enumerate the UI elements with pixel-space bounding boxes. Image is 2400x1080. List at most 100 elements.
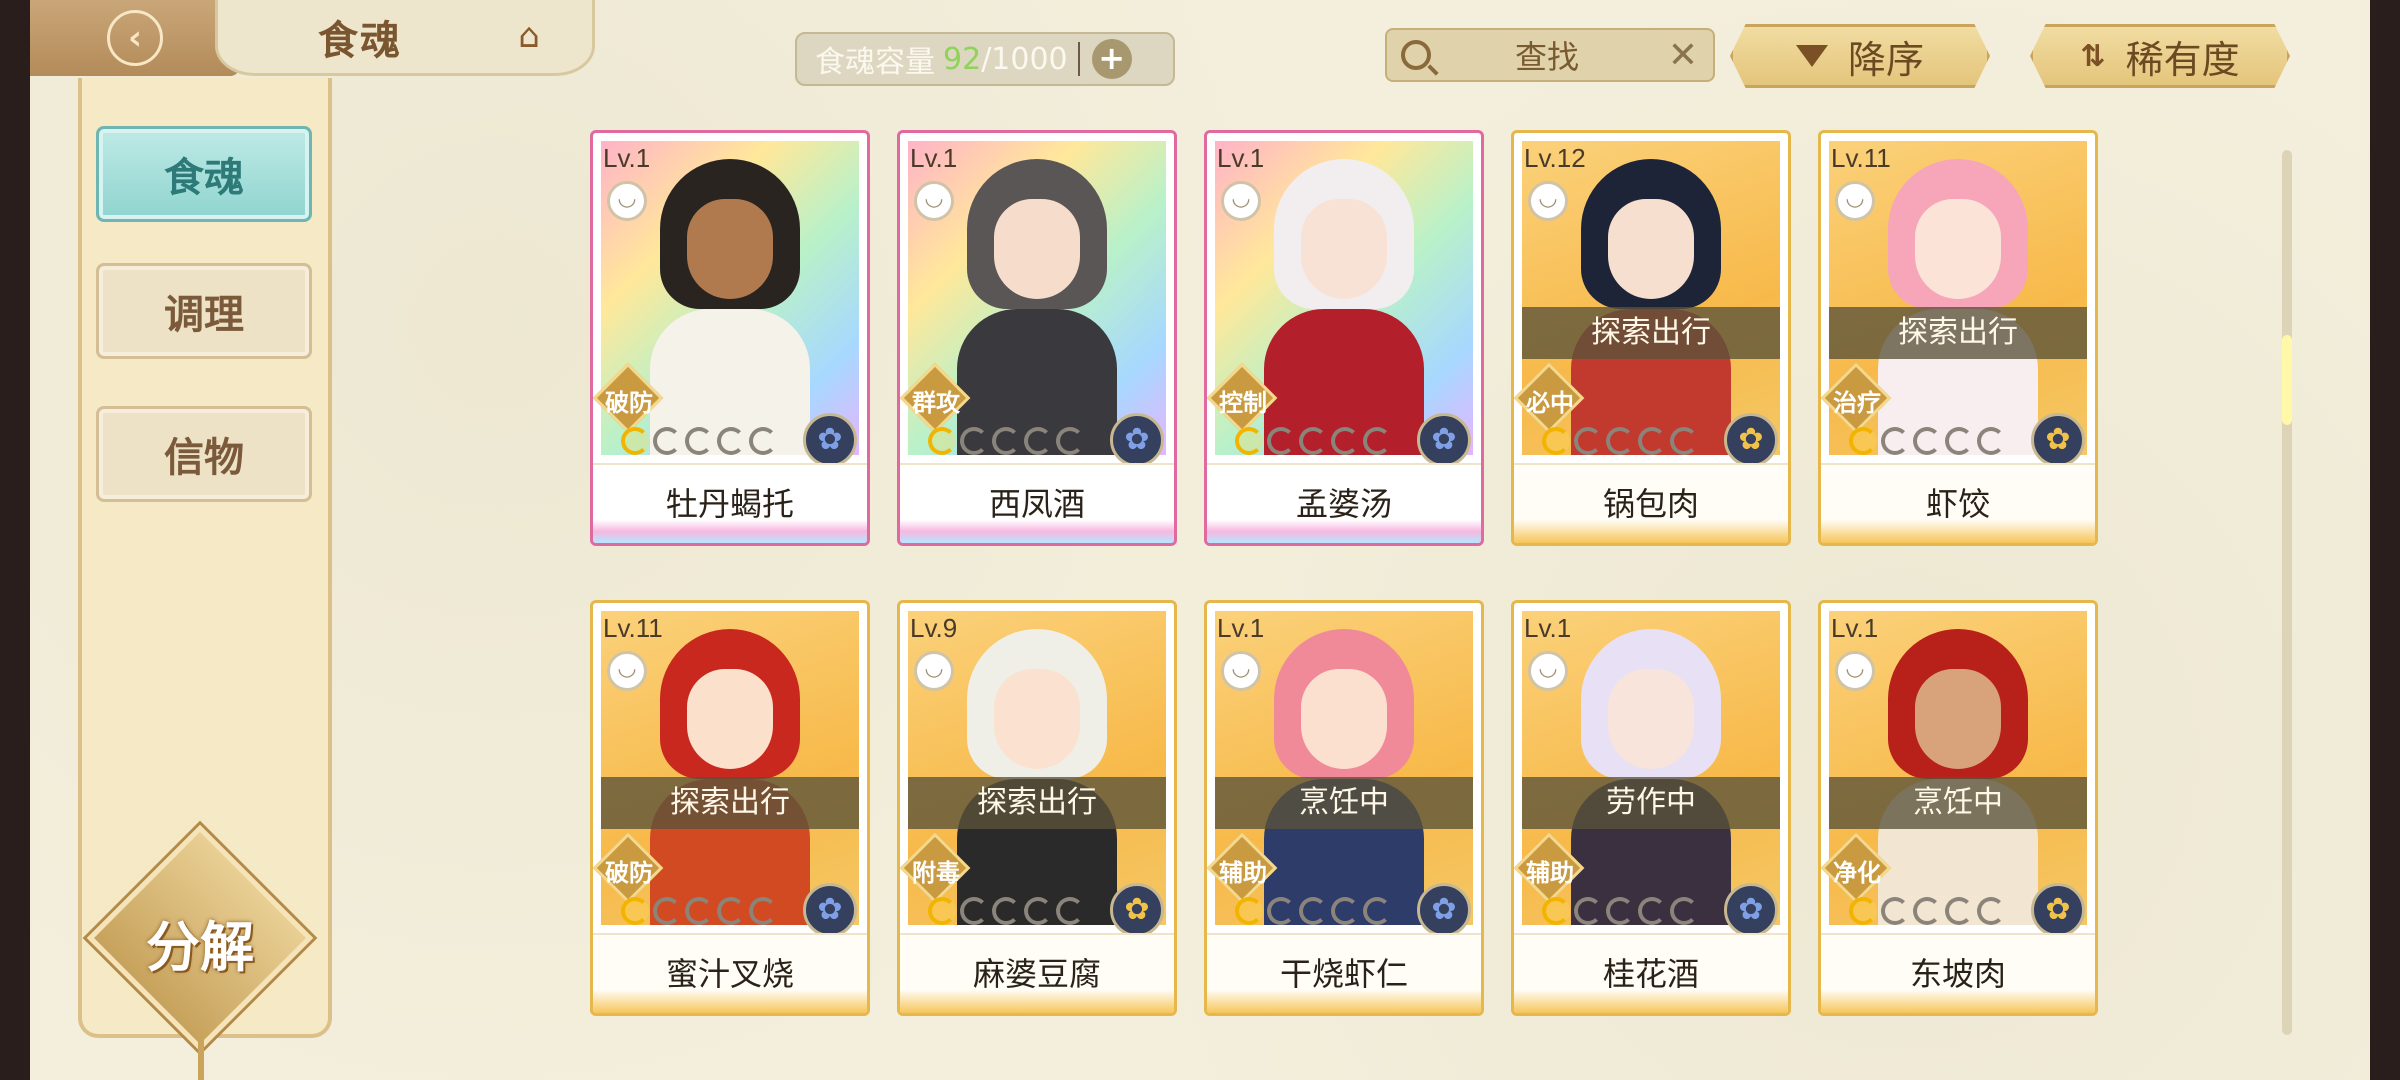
close-icon[interactable]: ✕ — [1663, 35, 1703, 76]
card-namebar: 桂花酒 — [1514, 933, 1788, 1013]
star-rating — [1542, 897, 1698, 933]
card-namebar: 锅包肉 — [1514, 463, 1788, 543]
page-title: 食魂 — [318, 17, 402, 64]
star-rating — [621, 897, 777, 933]
role-label: 控制 — [1219, 389, 1267, 417]
card-status: 烹饪中 — [1215, 777, 1473, 829]
bowl-icon: ◡ — [607, 181, 647, 221]
role-label: 治疗 — [1833, 389, 1881, 417]
role-badge: 群攻 — [900, 362, 971, 434]
sidebar-item-token[interactable]: 信物 — [96, 406, 312, 502]
add-capacity-button[interactable]: + — [1091, 39, 1132, 79]
scrollbar-thumb[interactable] — [2282, 335, 2292, 425]
soul-card[interactable]: Lv.1 ◡ 烹饪中 辅助 ✿ 干烧虾仁 — [1204, 600, 1484, 1016]
flame-star-icon — [928, 897, 956, 925]
card-level: Lv.1 — [603, 143, 651, 173]
star-rating — [1849, 897, 2005, 933]
flame-star-icon — [1913, 427, 1941, 455]
flame-star-icon — [1638, 427, 1666, 455]
flame-star-icon — [1363, 427, 1391, 455]
search-label: 查找 — [1514, 38, 1579, 76]
bowl-icon: ◡ — [914, 181, 954, 221]
card-namebar: 干烧虾仁 — [1207, 933, 1481, 1013]
role-badge: 辅助 — [1207, 832, 1278, 904]
sidebar: 食魂 调理 信物 分解 — [78, 78, 332, 1080]
flame-star-icon — [1331, 427, 1359, 455]
card-namebar: 牡丹蝎托 — [593, 463, 867, 543]
flame-star-icon — [1574, 427, 1602, 455]
game-screen: ‹ 食魂 ⌂ 食魂容量 92 /1000 + 查找 ✕ 降序 ⇅ 稀有度 食魂 … — [30, 0, 2370, 1080]
role-label: 必中 — [1526, 389, 1574, 417]
flame-star-icon — [1235, 427, 1263, 455]
role-badge: 破防 — [593, 832, 664, 904]
card-name: 牡丹蝎托 — [665, 485, 794, 523]
soul-card[interactable]: Lv.9 ◡ 探索出行 附毒 ✿ 麻婆豆腐 — [897, 600, 1177, 1016]
flame-star-icon — [1670, 427, 1698, 455]
role-label: 净化 — [1833, 859, 1881, 887]
flame-star-icon — [1056, 897, 1084, 925]
bowl-icon: ◡ — [1528, 181, 1568, 221]
element-orb-icon: ✿ — [2031, 413, 2085, 467]
sort-arrows-icon: ⇅ — [2080, 38, 2106, 74]
sidebar-item-label: 调理 — [164, 292, 244, 338]
flame-star-icon — [653, 897, 681, 925]
flame-star-icon — [1267, 427, 1295, 455]
flame-star-icon — [960, 897, 988, 925]
pavilion-home-icon[interactable]: ⌂ — [506, 16, 552, 56]
card-status: 烹饪中 — [1829, 777, 2087, 829]
bowl-icon: ◡ — [1835, 651, 1875, 691]
soul-card[interactable]: Lv.11 ◡ 探索出行 治疗 ✿ 虾饺 — [1818, 130, 2098, 546]
sort-order-button[interactable]: 降序 — [1730, 24, 1990, 88]
star-rating — [1849, 427, 2005, 463]
flame-star-icon — [1638, 897, 1666, 925]
sidebar-item-soul[interactable]: 食魂 — [96, 126, 312, 222]
portrait-face — [994, 669, 1080, 769]
flame-star-icon — [1881, 427, 1909, 455]
card-name: 蜜汁叉烧 — [665, 955, 794, 993]
flame-star-icon — [1945, 897, 1973, 925]
portrait-face — [1301, 669, 1387, 769]
card-name: 东坡肉 — [1909, 955, 2006, 993]
soul-card[interactable]: Lv.1 ◡ 群攻 ✿ 西凤酒 — [897, 130, 1177, 546]
flame-star-icon — [749, 897, 777, 925]
card-name: 锅包肉 — [1602, 485, 1699, 523]
flame-star-icon — [1977, 897, 2005, 925]
soul-card[interactable]: Lv.1 ◡ 破防 ✿ 牡丹蝎托 — [590, 130, 870, 546]
flame-star-icon — [1056, 427, 1084, 455]
role-badge: 净化 — [1821, 832, 1892, 904]
flame-star-icon — [717, 897, 745, 925]
flame-star-icon — [1267, 897, 1295, 925]
soul-card[interactable]: Lv.11 ◡ 探索出行 破防 ✿ 蜜汁叉烧 — [590, 600, 870, 1016]
flame-star-icon — [1542, 897, 1570, 925]
portrait-face — [1301, 199, 1387, 299]
role-badge: 控制 — [1207, 362, 1278, 434]
soul-card[interactable]: Lv.12 ◡ 探索出行 必中 ✿ 锅包肉 — [1511, 130, 1791, 546]
title-tab: 食魂 ⌂ — [215, 0, 595, 76]
flame-star-icon — [685, 897, 713, 925]
back-button[interactable]: ‹ — [30, 0, 240, 76]
flame-star-icon — [1363, 897, 1391, 925]
soul-card[interactable]: Lv.1 ◡ 劳作中 辅助 ✿ 桂花酒 — [1511, 600, 1791, 1016]
sidebar-item-cultivate[interactable]: 调理 — [96, 263, 312, 359]
soul-card[interactable]: Lv.1 ◡ 控制 ✿ 孟婆汤 — [1204, 130, 1484, 546]
card-name: 孟婆汤 — [1295, 485, 1392, 523]
character-portrait — [1259, 159, 1429, 455]
element-orb-icon: ✿ — [1417, 413, 1471, 467]
star-rating — [1235, 427, 1391, 463]
card-namebar: 虾饺 — [1821, 463, 2095, 543]
bowl-icon: ◡ — [1221, 651, 1261, 691]
role-label: 破防 — [605, 859, 653, 887]
flame-star-icon — [1849, 897, 1877, 925]
soul-card[interactable]: Lv.1 ◡ 烹饪中 净化 ✿ 东坡肉 — [1818, 600, 2098, 1016]
element-orb-icon: ✿ — [1417, 883, 1471, 937]
flame-star-icon — [1977, 427, 2005, 455]
sort-by-button[interactable]: ⇅ 稀有度 — [2030, 24, 2290, 88]
flame-star-icon — [621, 897, 649, 925]
character-portrait — [952, 159, 1122, 455]
search-box[interactable]: 查找 ✕ — [1385, 28, 1715, 82]
scrollbar[interactable] — [2282, 150, 2292, 1035]
card-name: 虾饺 — [1925, 485, 1990, 523]
card-level: Lv.1 — [1524, 613, 1572, 643]
role-badge: 治疗 — [1821, 362, 1892, 434]
flame-star-icon — [621, 427, 649, 455]
